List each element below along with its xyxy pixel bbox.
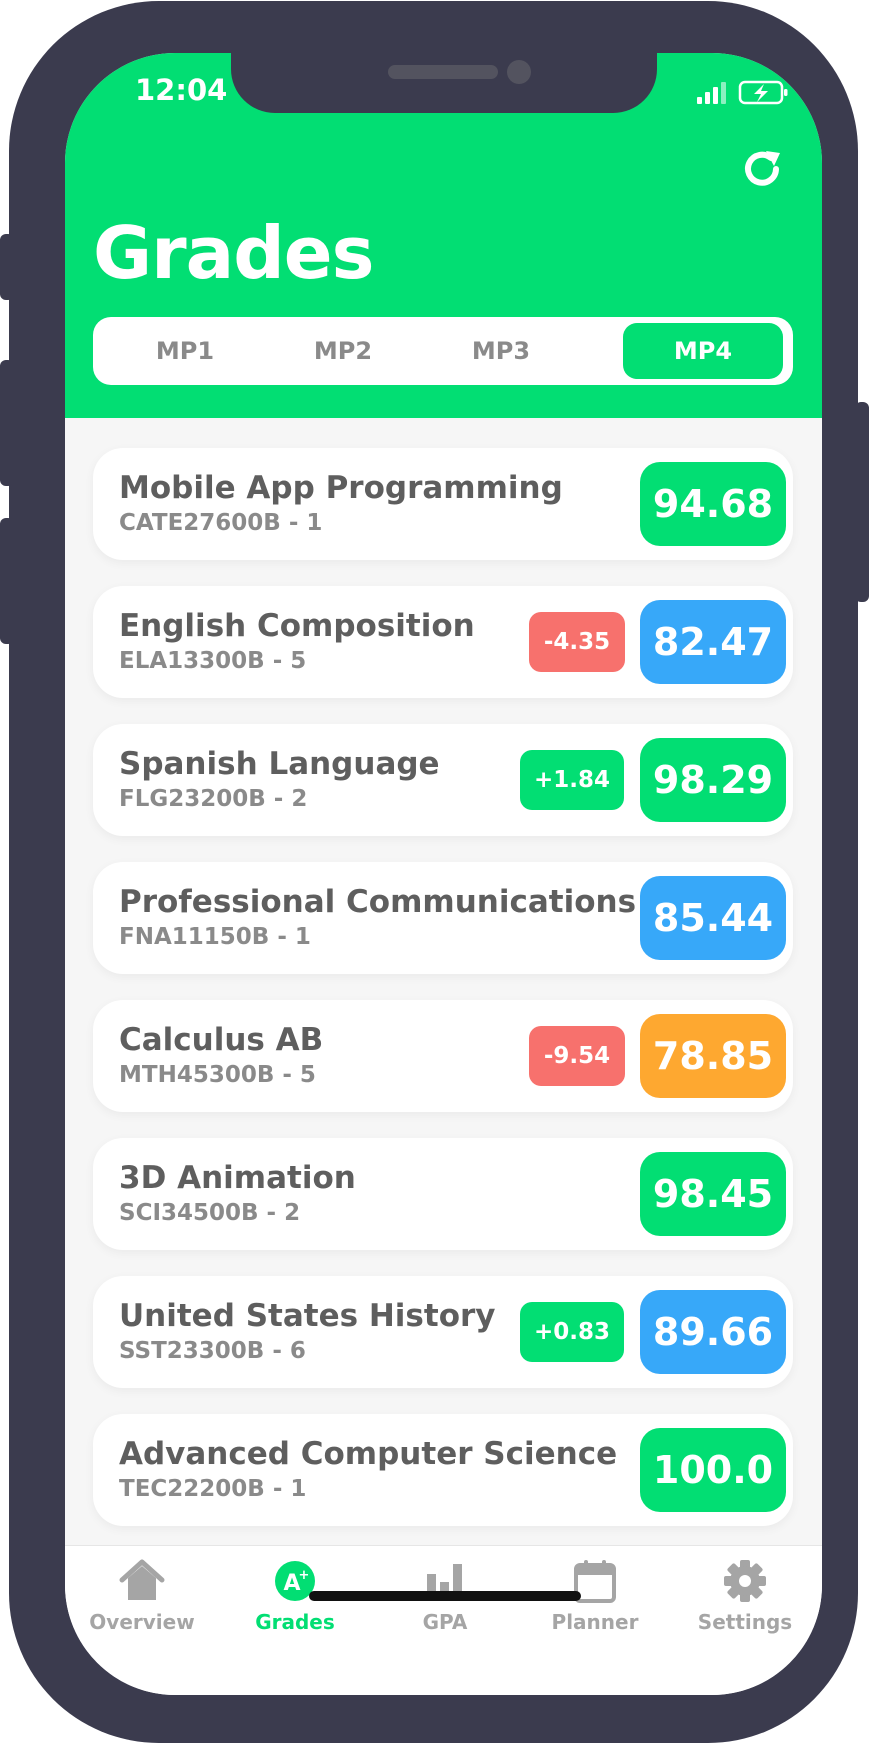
svg-text:+: + (299, 1568, 310, 1583)
course-card[interactable]: Calculus AB MTH45300B - 5 -9.54 78.85 (93, 1000, 793, 1112)
grade-badge: 98.29 (640, 738, 786, 822)
front-camera (507, 60, 531, 84)
notch (231, 53, 657, 113)
status-time: 12:04 (135, 73, 228, 107)
course-card[interactable]: 3D Animation SCI34500B - 2 98.45 (93, 1138, 793, 1250)
gear-icon (724, 1560, 766, 1602)
home-icon (119, 1559, 165, 1600)
course-code: CATE27600B - 1 (119, 510, 323, 536)
course-name: Advanced Computer Science (119, 1436, 618, 1472)
grade-change-badge: +0.83 (520, 1302, 624, 1362)
course-name: Calculus AB (119, 1022, 324, 1058)
battery-charging-icon (738, 80, 788, 105)
grade-change-badge: -9.54 (529, 1026, 625, 1086)
grade-badge: 78.85 (640, 1014, 786, 1098)
course-name: United States History (119, 1298, 496, 1334)
grade-badge: 100.0 (640, 1428, 786, 1512)
course-name: English Composition (119, 608, 475, 644)
marking-period-tabs: MP1 MP2 MP3 MP4 (93, 317, 793, 385)
nav-label: Planner (551, 1610, 639, 1634)
grade-badge: 89.66 (640, 1290, 786, 1374)
course-card[interactable]: Professional Communications FNA11150B - … (93, 862, 793, 974)
phone-screen: 12:04 Grades MP1 MP2 MP3 MP4 Mobile App … (65, 53, 822, 1695)
course-name: Professional Communications (119, 884, 637, 920)
course-card[interactable]: Spanish Language FLG23200B - 2 +1.84 98.… (93, 724, 793, 836)
signal-icon (697, 82, 726, 104)
tab-mp3[interactable]: MP3 (419, 323, 583, 379)
speaker-grille (388, 65, 498, 79)
course-name: Spanish Language (119, 746, 440, 782)
nav-overview[interactable]: Overview (72, 1556, 212, 1636)
course-code: ELA13300B - 5 (119, 648, 307, 674)
tab-mp4[interactable]: MP4 (623, 323, 783, 379)
nav-label: GPA (422, 1610, 468, 1634)
course-code: TEC22200B - 1 (119, 1476, 307, 1502)
course-card[interactable]: United States History SST23300B - 6 +0.8… (93, 1276, 793, 1388)
course-code: FLG23200B - 2 (119, 786, 308, 812)
tab-mp1[interactable]: MP1 (103, 323, 267, 379)
header: 12:04 Grades MP1 MP2 MP3 MP4 (65, 53, 822, 418)
course-code: SST23300B - 6 (119, 1338, 306, 1364)
grade-badge: 85.44 (640, 876, 786, 960)
refresh-icon[interactable] (740, 147, 784, 191)
nav-label: Grades (255, 1610, 335, 1634)
course-card[interactable]: Mobile App Programming CATE27600B - 1 94… (93, 448, 793, 560)
phone-frame: 12:04 Grades MP1 MP2 MP3 MP4 Mobile App … (9, 1, 858, 1743)
grade-badge: 82.47 (640, 600, 786, 684)
course-code: FNA11150B - 1 (119, 924, 311, 950)
grade-badge: 98.45 (640, 1152, 786, 1236)
grade-change-badge: -4.35 (529, 612, 625, 672)
course-code: SCI34500B - 2 (119, 1200, 301, 1226)
course-name: Mobile App Programming (119, 470, 563, 506)
nav-label: Overview (89, 1610, 195, 1634)
grade-badge: 94.68 (640, 462, 786, 546)
course-card[interactable]: English Composition ELA13300B - 5 -4.35 … (93, 586, 793, 698)
status-icons (697, 80, 788, 105)
page-title: Grades (93, 211, 374, 295)
bottom-tab-bar: Overview A + Grades GPA Planner Settings (65, 1545, 822, 1695)
course-code: MTH45300B - 5 (119, 1062, 316, 1088)
course-name: 3D Animation (119, 1160, 356, 1196)
course-card[interactable]: Advanced Computer Science TEC22200B - 1 … (93, 1414, 793, 1526)
tab-mp2[interactable]: MP2 (261, 323, 425, 379)
nav-label: Settings (697, 1610, 793, 1634)
home-indicator[interactable] (309, 1591, 581, 1601)
nav-settings[interactable]: Settings (675, 1556, 815, 1636)
grade-change-badge: +1.84 (520, 750, 624, 810)
